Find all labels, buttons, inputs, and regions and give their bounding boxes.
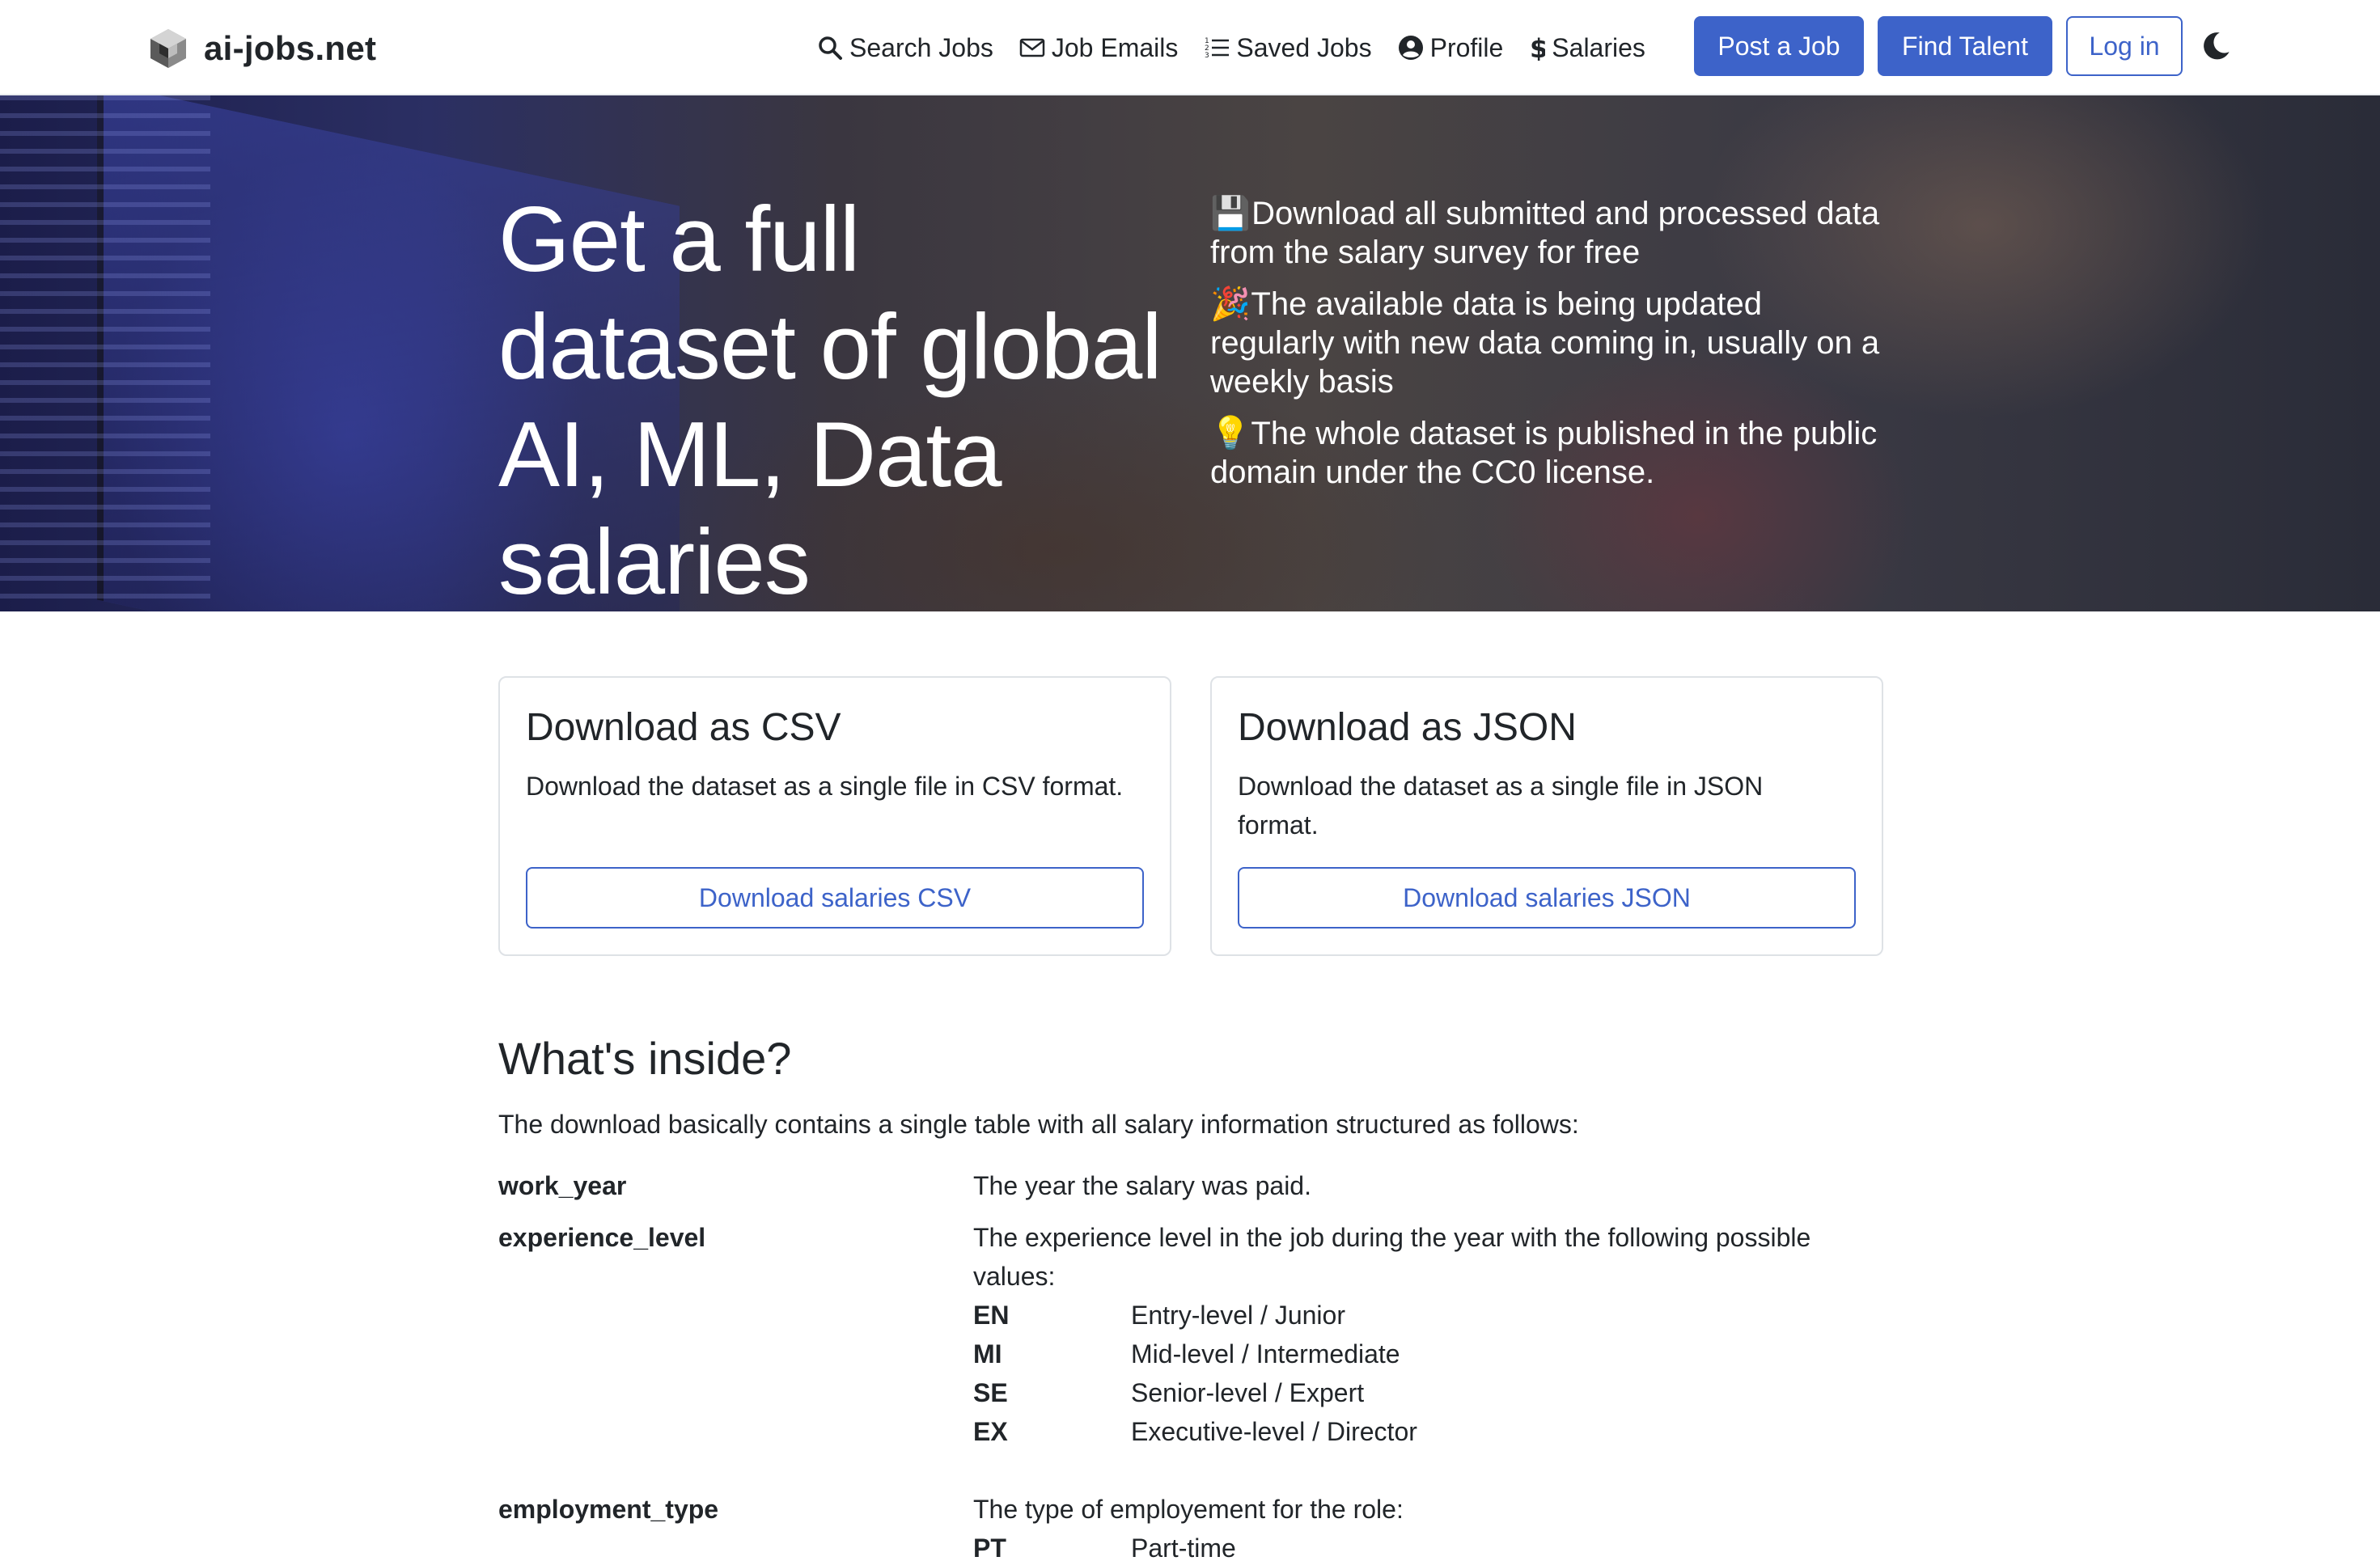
brand-name: ai-jobs.net	[204, 29, 377, 67]
json-card-title: Download as JSON	[1238, 706, 1577, 749]
json-card-text: Download the dataset as a single file in…	[1238, 772, 1764, 840]
field-name-work-year: work_year	[498, 1171, 627, 1200]
hero-points: 💾 Download all submitted and processed d…	[1210, 194, 1890, 505]
hero-point-text: Download all submitted and processed dat…	[1210, 196, 1880, 270]
hero-point-download: 💾 Download all submitted and processed d…	[1210, 194, 1890, 272]
hero-point-text: The whole dataset is published in the pu…	[1210, 416, 1878, 490]
moon-icon[interactable]	[2200, 31, 2231, 61]
nav-saved-jobs[interactable]: 123 Saved Jobs	[1204, 33, 1371, 63]
nav-profile[interactable]: Profile	[1398, 32, 1504, 63]
csv-card-text: Download the dataset as a single file in…	[526, 772, 1124, 801]
value-label: Executive-level / Director	[1131, 1417, 1417, 1446]
envelope-icon	[1019, 38, 1045, 57]
download-csv-button[interactable]: Download salaries CSV	[526, 867, 1144, 929]
field-desc-work-year: The year the salary was paid.	[973, 1171, 1311, 1200]
search-icon	[819, 36, 842, 60]
nav-salaries-label: Salaries	[1552, 32, 1645, 62]
field-name-employment-type: employment_type	[498, 1495, 719, 1524]
value-label: Part-time	[1131, 1534, 1236, 1561]
nav-search-jobs-label: Search Jobs	[849, 32, 993, 62]
hero-background-code	[0, 95, 210, 611]
value-code: PT	[973, 1534, 1006, 1561]
field-desc-employment-type: The type of employement for the role:	[973, 1495, 1404, 1524]
login-button[interactable]: Log in	[2066, 16, 2183, 76]
nav-job-emails-label: Job Emails	[1051, 32, 1179, 62]
csv-download-card: Download as CSV Download the dataset as …	[498, 676, 1171, 956]
hero-point-license: 💡 The whole dataset is published in the …	[1210, 414, 1890, 492]
list-icon: 123	[1205, 37, 1230, 60]
svg-text:3: 3	[1205, 52, 1209, 60]
whats-inside-title: What's inside?	[498, 1033, 792, 1084]
field-desc-experience-level: The experience level in the job during t…	[973, 1223, 1811, 1291]
brand-logo-icon	[150, 29, 186, 68]
post-job-button[interactable]: Post a Job	[1694, 16, 1864, 76]
hero-point-updated: 🎉 The available data is being updated re…	[1210, 285, 1890, 401]
light-bulb-icon: 💡	[1210, 416, 1251, 451]
top-navbar: ai-jobs.net Search Jobs Job Emails 123 S…	[0, 0, 2380, 95]
nav-salaries[interactable]: $ Salaries	[1529, 33, 1645, 63]
value-code: EN	[973, 1301, 1010, 1330]
nav-saved-jobs-label: Saved Jobs	[1236, 32, 1372, 62]
find-talent-button[interactable]: Find Talent	[1878, 16, 2052, 76]
hero-title: Get a full dataset of global AI, ML, Dat…	[498, 188, 1162, 611]
value-code: MI	[973, 1339, 1002, 1369]
value-label: Mid-level / Intermediate	[1131, 1339, 1400, 1369]
json-download-card: Download as JSON Download the dataset as…	[1210, 676, 1883, 956]
hero-banner: Get a full dataset of global AI, ML, Dat…	[0, 95, 2380, 611]
value-label: Entry-level / Junior	[1131, 1301, 1345, 1330]
download-json-button[interactable]: Download salaries JSON	[1238, 867, 1856, 929]
main-nav: Search Jobs Job Emails 123 Saved Jobs Pr…	[817, 21, 1671, 74]
user-circle-icon	[1398, 36, 1423, 60]
csv-card-title: Download as CSV	[526, 706, 841, 749]
hero-point-text: The available data is being updated regu…	[1210, 286, 1880, 400]
nav-job-emails[interactable]: Job Emails	[1019, 32, 1179, 63]
svg-text:$: $	[1530, 35, 1545, 61]
whats-inside-intro: The download basically contains a single…	[498, 1110, 1579, 1139]
dollar-icon: $	[1530, 35, 1545, 61]
party-popper-icon: 🎉	[1210, 286, 1251, 322]
nav-search-jobs[interactable]: Search Jobs	[817, 33, 993, 63]
field-name-experience-level: experience_level	[498, 1223, 706, 1252]
nav-profile-label: Profile	[1429, 32, 1504, 62]
brand-link[interactable]: ai-jobs.net	[146, 26, 376, 71]
value-label: Senior-level / Expert	[1131, 1378, 1365, 1407]
floppy-disk-icon: 💾	[1210, 196, 1251, 231]
value-code: EX	[973, 1417, 1008, 1446]
value-code: SE	[973, 1378, 1008, 1407]
